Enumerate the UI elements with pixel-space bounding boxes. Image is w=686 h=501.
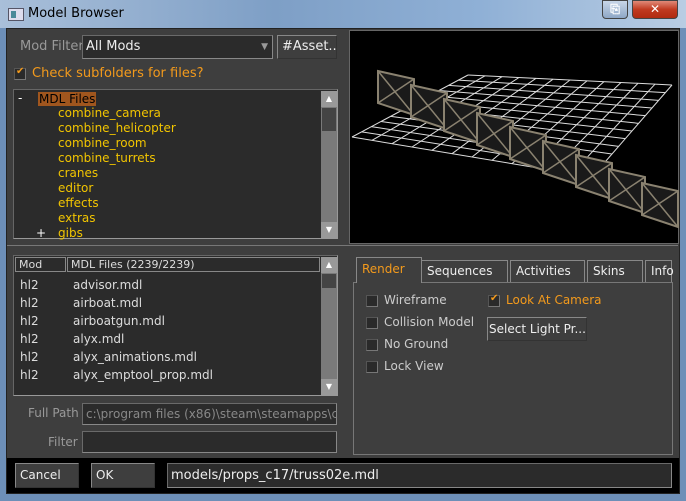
mod-cell: hl2 (20, 350, 39, 364)
tab-skins[interactable]: Skins (587, 260, 643, 282)
tree-item[interactable]: combine_camera (58, 106, 161, 121)
scroll-down-icon[interactable]: ▼ (321, 222, 337, 238)
divider (345, 245, 678, 246)
file-cell: airboat.mdl (73, 296, 143, 310)
full-path-label: Full Path (28, 406, 79, 420)
selected-model-field[interactable]: models/props_c17/truss02e.mdl (167, 463, 672, 488)
file-cell: alyx.mdl (73, 332, 125, 346)
mod-cell: hl2 (20, 296, 39, 310)
mod-cell: hl2 (20, 368, 39, 382)
collision-model-checkbox[interactable] (366, 317, 378, 329)
app-icon (8, 8, 24, 21)
lock-view-checkbox[interactable] (366, 361, 378, 373)
table-row[interactable]: hl2 airboatgun.mdl (15, 312, 320, 330)
tree-item[interactable]: cranes (58, 166, 98, 181)
mod-filter-dropdown[interactable]: All Mods ▼ (82, 35, 273, 59)
mod-filter-label: Mod Filter (20, 39, 84, 54)
window-title: Model Browser (28, 6, 124, 21)
table-row[interactable]: hl2 alyx.mdl (15, 330, 320, 348)
ok-button[interactable]: OK (91, 463, 155, 488)
close-icon[interactable]: ✕ (632, 0, 678, 19)
model-render (351, 69, 679, 229)
table-row[interactable]: hl2 alyx_animations.mdl (15, 348, 320, 366)
file-cell: advisor.mdl (73, 278, 143, 292)
table-row[interactable]: hl2 alyx_emptool_prop.mdl (15, 366, 320, 384)
check-subfolders-label: Check subfolders for files? (32, 66, 204, 81)
tree-item[interactable]: gibs (58, 226, 83, 241)
ground-grid-line (448, 84, 659, 101)
expand-toggle[interactable]: + (36, 226, 46, 241)
scroll-up-icon[interactable]: ▲ (321, 257, 337, 273)
mod-filter-value: All Mods (86, 39, 141, 54)
chevron-down-icon: ▼ (261, 42, 268, 52)
file-cell: alyx_emptool_prop.mdl (73, 368, 214, 382)
mod-cell: hl2 (20, 278, 39, 292)
mod-cell: hl2 (20, 314, 39, 328)
file-list[interactable]: Mod MDL Files (2239/2239) hl2 advisor.mdl… (13, 255, 338, 396)
column-header-mod[interactable]: Mod (15, 257, 66, 272)
asset-button[interactable]: #Asset... (277, 35, 337, 59)
tree-item[interactable]: extras (58, 211, 96, 226)
tree-root-mdl-files[interactable]: MDL Files (38, 92, 97, 106)
file-cell: airboatgun.mdl (73, 314, 165, 328)
scroll-down-icon[interactable]: ▼ (321, 379, 337, 395)
wireframe-checkbox[interactable] (366, 295, 378, 307)
tree-item[interactable]: combine_room (58, 136, 147, 151)
filter-input[interactable] (82, 431, 337, 453)
tab-info[interactable]: Info (645, 260, 674, 282)
scroll-up-icon[interactable]: ▲ (321, 91, 337, 107)
no-ground-checkbox[interactable] (366, 339, 378, 351)
file-cell: alyx_animations.mdl (73, 350, 197, 364)
wireframe-label: Wireframe (384, 293, 447, 307)
no-ground-label: No Ground (384, 337, 449, 351)
table-row[interactable]: hl2 airboat.mdl (15, 294, 320, 312)
select-light-button[interactable]: Select Light Pr... (487, 317, 587, 341)
look-at-camera-label: Look At Camera (506, 293, 602, 307)
check-subfolders-checkbox[interactable] (14, 66, 26, 80)
mod-cell: hl2 (20, 332, 39, 346)
tree-item[interactable]: effects (58, 196, 99, 211)
look-at-camera-checkbox[interactable] (488, 293, 500, 307)
tab-activities[interactable]: Activities (510, 260, 585, 282)
tab-render[interactable]: Render (356, 257, 422, 283)
model-viewport[interactable] (349, 30, 679, 244)
tree-scrollbar[interactable]: ▲ ▼ (321, 91, 337, 238)
full-path-field[interactable]: c:\program files (x86)\steam\steamapps\c… (82, 403, 337, 425)
lock-view-label: Lock View (384, 359, 444, 373)
scroll-thumb[interactable] (322, 108, 336, 131)
restore-icon[interactable]: ⎘ (602, 0, 628, 19)
collapse-toggle[interactable]: - (18, 91, 22, 105)
table-row[interactable]: hl2 advisor.mdl (15, 276, 320, 294)
scroll-thumb[interactable] (322, 274, 336, 288)
divider (7, 245, 345, 247)
tab-sequences[interactable]: Sequences (421, 260, 508, 282)
collision-model-label: Collision Model (384, 315, 475, 329)
cancel-button[interactable]: Cancel (15, 463, 79, 488)
tree-item[interactable]: combine_helicopter (58, 121, 176, 136)
column-header-mdl-files[interactable]: MDL Files (2239/2239) (67, 257, 320, 272)
tree-item[interactable]: combine_turrets (58, 151, 156, 166)
ground-grid-line (467, 74, 673, 86)
folder-tree[interactable]: - MDL Files combine_camera combine_helico… (13, 89, 338, 241)
tree-item[interactable]: editor (58, 181, 93, 196)
list-scrollbar[interactable]: ▲ ▼ (321, 257, 337, 395)
filter-label: Filter (48, 435, 78, 449)
